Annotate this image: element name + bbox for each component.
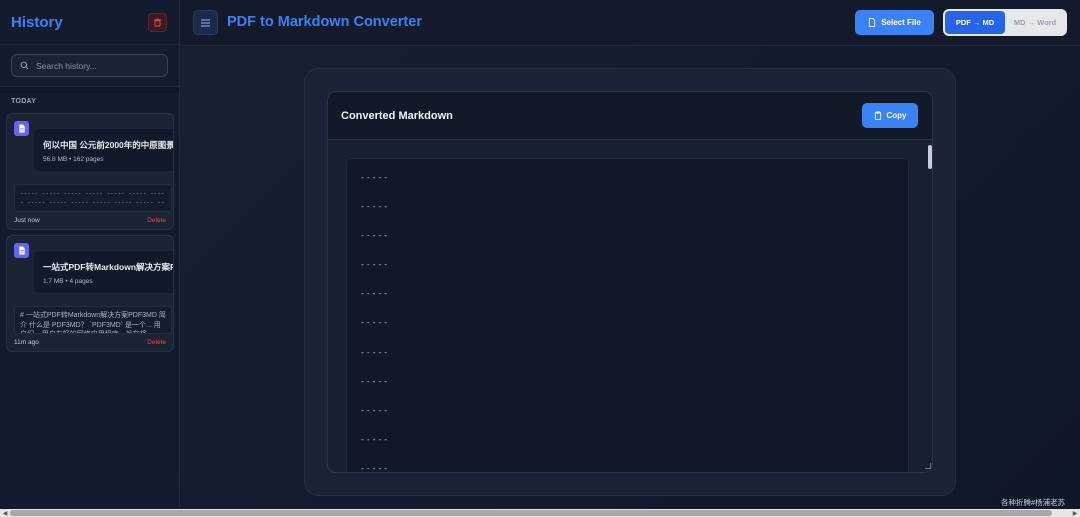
horizontal-scrollbar[interactable]: ◀ ▶ xyxy=(0,509,1080,517)
history-item[interactable]: 一站式PDF转Markdown解决方案PDF3MD 1.7 MB • 4 pag… xyxy=(6,235,174,352)
markdown-line: ----- xyxy=(360,289,390,299)
sidebar-title: History xyxy=(11,13,63,31)
history-item-meta: 1.7 MB • 4 pages xyxy=(43,278,93,285)
mode-toggle: PDF → MD MD → Word xyxy=(943,9,1067,36)
markdown-line: ----- xyxy=(360,173,390,182)
history-item-time: 11m ago xyxy=(14,339,39,346)
history-item[interactable]: 何以中国 公元前2000年的中原图景 56.8 MB • 162 pages -… xyxy=(6,113,174,230)
markdown-line: ----- xyxy=(360,463,390,473)
copy-button[interactable]: Copy xyxy=(862,103,918,128)
menu-icon xyxy=(201,18,210,27)
search-wrapper xyxy=(0,45,179,87)
history-item-meta: 56.8 MB • 162 pages xyxy=(43,156,104,163)
page-title: PDF to Markdown Converter xyxy=(227,14,422,30)
history-item-pages: 162 pages xyxy=(73,156,104,163)
mode-pdf-to-md[interactable]: PDF → MD xyxy=(945,11,1005,34)
history-item-size: 1.7 MB xyxy=(43,278,64,285)
history-item-time: Just now xyxy=(14,217,40,224)
search-input[interactable] xyxy=(36,60,156,71)
markdown-card-header: Converted Markdown Copy xyxy=(328,92,932,140)
section-label-today: TODAY xyxy=(11,98,37,105)
markdown-line: ----- xyxy=(360,376,390,386)
watermark: 各种折腾#杨浦老苏 xyxy=(1001,498,1066,507)
history-item-name: 何以中国 公元前2000年的中原图景 xyxy=(43,140,174,150)
file-icon xyxy=(869,18,876,27)
markdown-card-title: Converted Markdown xyxy=(341,109,453,122)
markdown-output[interactable]: ----- ----- ----- ----- ----- ----- ----- -----… xyxy=(346,158,909,473)
file-icon xyxy=(14,243,29,258)
scroll-left-icon[interactable]: ◀ xyxy=(1,509,9,517)
markdown-line: ----- xyxy=(360,405,390,415)
clear-history-button[interactable] xyxy=(148,12,167,32)
sidebar-header: History xyxy=(0,0,179,45)
history-item-info: 何以中国 公元前2000年的中原图景 56.8 MB • 162 pages xyxy=(34,129,174,171)
copy-label: Copy xyxy=(886,111,907,120)
trash-icon xyxy=(154,17,161,27)
markdown-line: ----- xyxy=(360,347,390,357)
select-file-button[interactable]: Select File xyxy=(855,10,934,35)
search-icon xyxy=(20,61,29,70)
search-box xyxy=(11,54,168,77)
history-item-info: 一站式PDF转Markdown解决方案PDF3MD 1.7 MB • 4 pag… xyxy=(34,251,173,293)
markdown-line: ----- xyxy=(360,260,390,270)
markdown-line: ----- xyxy=(360,318,390,328)
mode-md-to-word[interactable]: MD → Word xyxy=(1005,11,1065,34)
history-item-pages: 4 pages xyxy=(69,278,93,285)
markdown-line: ----- xyxy=(360,202,390,212)
history-item-delete[interactable]: Delete xyxy=(147,339,166,346)
horizontal-scrollbar-thumb[interactable] xyxy=(10,510,1052,516)
menu-button[interactable] xyxy=(193,10,218,35)
resize-handle[interactable] xyxy=(925,463,931,469)
vertical-scrollbar-thumb[interactable] xyxy=(928,145,932,169)
markdown-card: Converted Markdown Copy ----- ----- ----- -… xyxy=(327,91,933,473)
history-item-preview: # 一站式PDF转Markdown解决方案PDF3MD 简介 什么是 PDF3M… xyxy=(14,306,172,334)
top-header: PDF to Markdown Converter Select File PD… xyxy=(180,0,1080,46)
history-item-delete[interactable]: Delete xyxy=(147,217,166,224)
select-file-label: Select File xyxy=(881,18,921,27)
history-item-name: 一站式PDF转Markdown解决方案PDF3MD xyxy=(43,262,173,272)
file-icon xyxy=(14,121,29,136)
scroll-right-icon[interactable]: ▶ xyxy=(1071,509,1079,517)
markdown-line: ----- xyxy=(360,434,390,444)
history-item-size: 56.8 MB xyxy=(43,156,68,163)
markdown-line: ----- xyxy=(360,231,390,241)
history-item-preview: ----- ----- ----- ----- ----- ----- ----… xyxy=(14,184,172,212)
clipboard-icon xyxy=(874,111,881,120)
